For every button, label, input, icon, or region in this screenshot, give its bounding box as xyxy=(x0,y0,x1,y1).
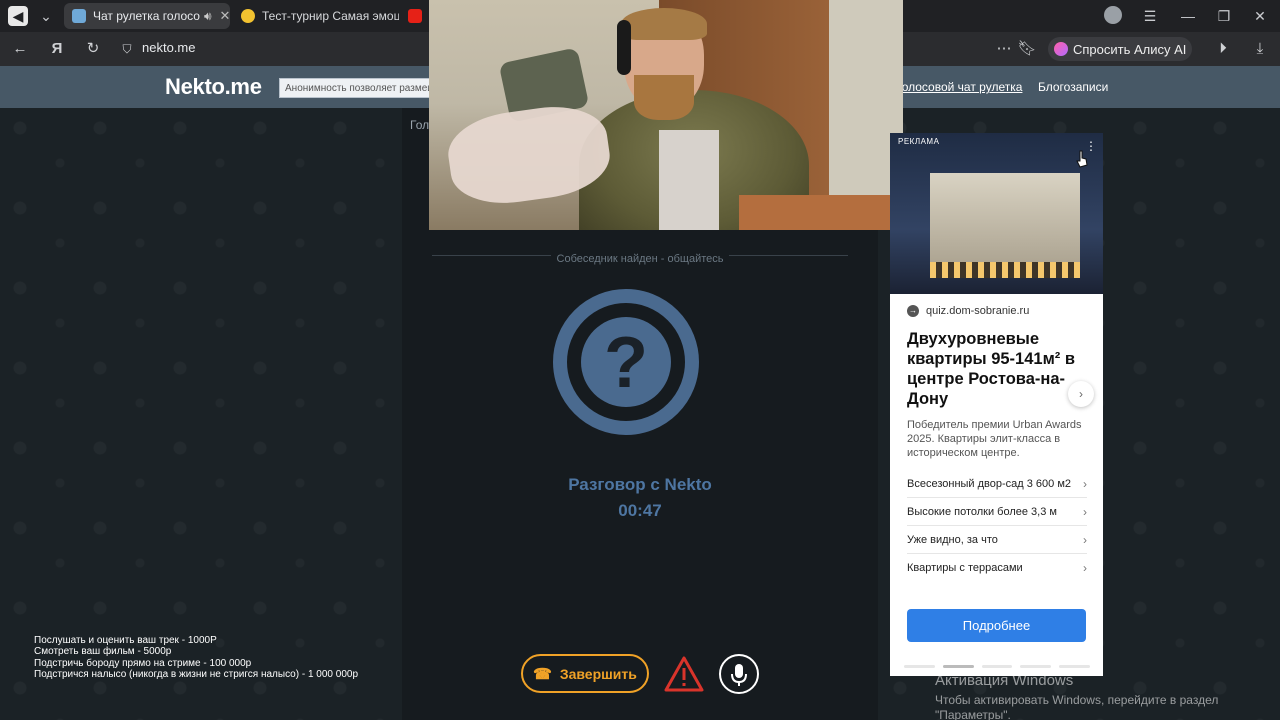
hamburger-menu-icon[interactable]: ☰ xyxy=(1140,6,1160,26)
chevron-right-icon: › xyxy=(1083,532,1087,547)
end-call-label: Завершить xyxy=(559,665,637,682)
ad-item-label: Уже видно, за что xyxy=(907,533,998,546)
restore-icon[interactable]: ❐ xyxy=(1214,6,1234,26)
microphone-button[interactable] xyxy=(719,654,759,694)
more-dots-icon[interactable]: ⋯ xyxy=(994,39,1014,59)
tabs-menu-chevron-icon[interactable]: ⌄ xyxy=(36,6,56,26)
ad-building-image xyxy=(930,173,1080,278)
back-arrow-icon[interactable]: ← xyxy=(10,39,30,59)
price-line: Послушать и оценить ваш трек - 1000Р xyxy=(34,635,217,646)
sound-icon[interactable]: ◀ xyxy=(8,6,28,26)
arrow-circle-icon: → xyxy=(907,305,919,317)
star-favicon-icon xyxy=(241,9,255,23)
ad-cta-button[interactable]: Подробнее xyxy=(907,609,1086,642)
ad-list-item[interactable]: Всесезонный двор-сад 3 600 м2 › xyxy=(907,470,1087,498)
profile-avatar-icon[interactable] xyxy=(1104,6,1122,24)
youtube-favicon-icon xyxy=(408,9,422,23)
stream-price-list: Послушать и оценить ваш трек - 1000Р Смо… xyxy=(34,635,358,680)
carousel-indicators xyxy=(904,665,1090,668)
chevron-right-icon: › xyxy=(1083,504,1087,519)
alice-icon xyxy=(1054,42,1068,56)
ad-panel[interactable]: РЕКЛАМА ⋮ → quiz.dom-sobranie.ru Двухуро… xyxy=(890,133,1103,676)
video-hair xyxy=(621,8,707,40)
ad-list-item[interactable]: Уже видно, за что › xyxy=(907,526,1087,554)
windows-activation-watermark: Активация Windows Чтобы активировать Win… xyxy=(935,672,1255,720)
activation-text: Чтобы активировать Windows, перейдите в … xyxy=(935,693,1219,720)
play-icon[interactable]: ⏵ xyxy=(1213,39,1233,59)
carousel-dot[interactable] xyxy=(904,665,935,668)
alice-label: Спросить Алису AI xyxy=(1073,41,1187,57)
tab-youtube[interactable] xyxy=(400,3,428,29)
minimize-icon[interactable]: — xyxy=(1178,6,1198,26)
activation-title: Активация Windows xyxy=(935,672,1074,689)
ad-item-label: Квартиры с террасами xyxy=(907,562,1023,574)
partner-avatar: ? xyxy=(553,289,699,435)
nekto-favicon-icon xyxy=(72,9,86,23)
price-line: Подстричь бороду прямо на стриме - 100 0… xyxy=(34,657,252,669)
microphone-icon xyxy=(731,664,747,686)
report-warning-icon[interactable] xyxy=(664,656,704,692)
webcam-video xyxy=(429,0,903,230)
carousel-next-icon[interactable]: › xyxy=(1068,381,1094,407)
question-mark-icon: ? xyxy=(581,317,671,407)
tab-title: Тест-турнир Самая эмоц xyxy=(262,9,399,23)
ad-list-item[interactable]: Квартиры с террасами › xyxy=(907,554,1087,582)
price-line: Смотреть ваш фильм - 5000р xyxy=(34,646,172,658)
tab-nekto[interactable]: Чат рулетка голосо 🔊︎ ✕ xyxy=(64,3,230,29)
video-beard xyxy=(634,75,694,120)
partner-found-status: Собеседник найден - общайтесь xyxy=(550,253,730,265)
ad-title[interactable]: Двухуровневые квартиры 95-141м² в центре… xyxy=(907,329,1092,409)
ad-domain: quiz.dom-sobranie.ru xyxy=(926,305,1030,317)
chevron-right-icon: › xyxy=(1083,561,1087,575)
shield-icon[interactable]: ⛉ xyxy=(117,39,137,59)
ad-item-label: Всесезонный двор-сад 3 600 м2 xyxy=(907,477,1072,490)
chevron-right-icon: › xyxy=(1083,476,1087,491)
ad-list-item[interactable]: Высокие потолки более 3,3 м › xyxy=(907,498,1087,526)
ad-label: РЕКЛАМА xyxy=(898,137,940,146)
video-shirt xyxy=(659,130,719,230)
bookmark-icon[interactable]: 🔖︎ xyxy=(1017,39,1037,59)
download-icon[interactable]: ⤓ xyxy=(1250,39,1270,59)
video-desk xyxy=(739,195,903,230)
ad-image[interactable]: РЕКЛАМА ⋮ xyxy=(890,133,1103,294)
speaker-icon[interactable]: 🔊︎ xyxy=(204,9,212,24)
ad-domain-row[interactable]: → quiz.dom-sobranie.ru xyxy=(907,305,1029,317)
headphones-icon xyxy=(617,20,631,75)
conversation-title: Разговор с Nekto xyxy=(568,475,712,494)
carousel-dot[interactable] xyxy=(981,665,1013,668)
call-timer: 00:47 xyxy=(618,501,662,520)
nav-link-voice-chat[interactable]: Голосовой чат рулетка xyxy=(896,80,1022,94)
status-line-wrapper: Собеседник найден - общайтесь xyxy=(402,249,878,267)
carousel-dot[interactable] xyxy=(1059,665,1090,668)
ask-alice-button[interactable]: Спросить Алису AI xyxy=(1048,37,1192,61)
tab-title: Чат рулетка голосо xyxy=(93,9,200,23)
reload-icon[interactable]: ↻ xyxy=(83,39,103,59)
stage-tab-label[interactable]: Гол xyxy=(410,118,429,132)
site-logo[interactable]: Nekto.me xyxy=(165,74,262,100)
close-tab-icon[interactable]: ✕ xyxy=(220,8,230,24)
hangup-phone-icon: ☎ xyxy=(533,665,552,683)
header-notice-field[interactable]: Анонимность позволяет размеща xyxy=(279,78,439,98)
carousel-dot[interactable] xyxy=(942,665,974,668)
ad-item-label: Высокие потолки более 3,3 м xyxy=(907,505,1057,518)
carousel-dot[interactable] xyxy=(1020,665,1052,668)
hand-cursor-icon xyxy=(1076,150,1088,168)
nav-link-blog[interactable]: Блогозаписи xyxy=(1038,80,1108,94)
price-line: Подстричся налысо (никогда в жизни не ст… xyxy=(34,668,359,680)
url-text[interactable]: nekto.me xyxy=(142,40,195,55)
tab-tournament[interactable]: Тест-турнир Самая эмоц xyxy=(233,3,399,29)
yandex-icon[interactable]: Я xyxy=(47,39,67,59)
close-window-icon[interactable]: ✕ xyxy=(1250,6,1270,26)
end-call-button[interactable]: ☎ Завершить xyxy=(521,654,649,693)
ad-description: Победитель премии Urban Awards 2025. Ква… xyxy=(907,419,1082,459)
